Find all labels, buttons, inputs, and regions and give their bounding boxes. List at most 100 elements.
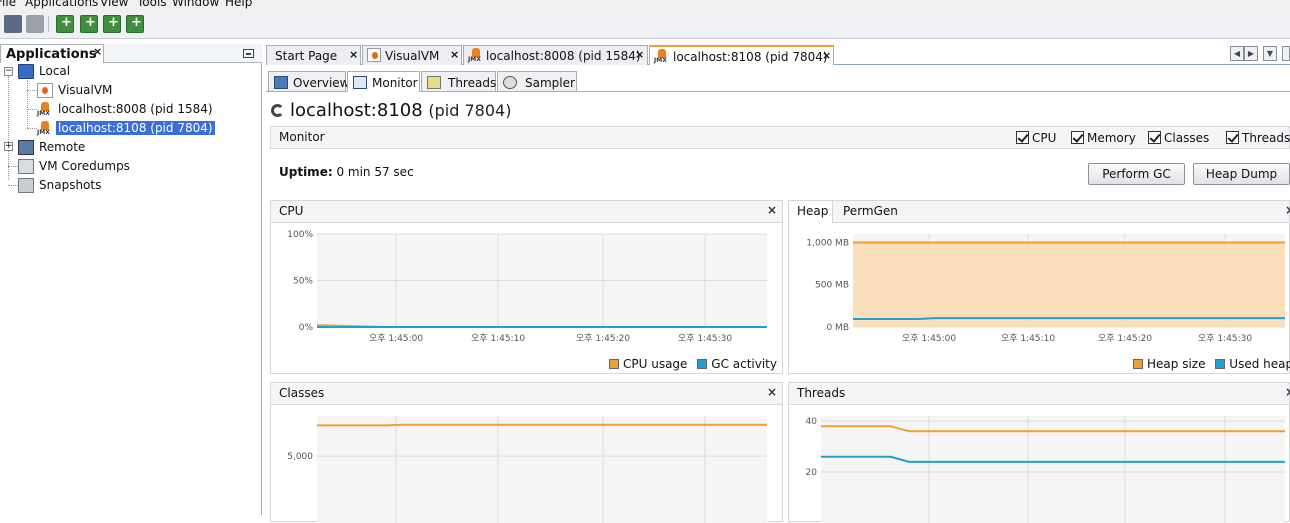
- toolbar-separator: [48, 16, 49, 32]
- memory-checkbox[interactable]: Memory: [1071, 131, 1136, 145]
- tab-visualvm[interactable]: VisualVM ×: [362, 45, 462, 65]
- applications-tab[interactable]: Applications ×: [0, 44, 104, 63]
- menu-tools[interactable]: Tools: [137, 0, 167, 9]
- menu-window[interactable]: Window: [172, 0, 219, 9]
- tab-sampler[interactable]: Sampler: [497, 71, 577, 92]
- classes-checkbox[interactable]: Classes: [1148, 131, 1209, 145]
- checkbox-checked-icon: [1226, 131, 1239, 144]
- monitor-title: Monitor: [279, 130, 325, 144]
- y-tick-label: 0%: [299, 323, 314, 333]
- series-line: [317, 423, 767, 427]
- threads-panel: Threads × 4020: [788, 382, 1290, 523]
- local-collapse-icon[interactable]: −: [4, 67, 13, 76]
- snapshot-icon: [18, 178, 34, 193]
- checkbox-checked-icon: [1016, 131, 1029, 144]
- threads-icon: [427, 76, 441, 89]
- visualvm-icon: [367, 48, 381, 62]
- remote-host-icon: [18, 140, 34, 155]
- tab-overview[interactable]: Overview: [268, 71, 350, 92]
- close-icon[interactable]: ×: [450, 48, 459, 61]
- y-tick-label: 20: [806, 468, 818, 478]
- uptime: Uptime: 0 min 57 sec: [279, 165, 414, 179]
- save-icon[interactable]: [4, 15, 22, 33]
- close-icon[interactable]: ×: [635, 48, 644, 61]
- menu-help[interactable]: Help: [225, 0, 252, 9]
- cpu-usage-swatch: [609, 359, 619, 369]
- heap-size-swatch: [1133, 359, 1143, 369]
- tab-localhost-8008[interactable]: localhost:8008 (pid 1584) ×: [463, 45, 648, 65]
- tab-navigation: ◀ ▶ ▼: [1230, 46, 1290, 61]
- tab-threads[interactable]: Threads: [421, 71, 496, 92]
- y-tick-label: 5,000: [287, 452, 313, 462]
- tree-line: [27, 128, 37, 129]
- applications-close-icon[interactable]: ×: [93, 45, 102, 58]
- x-tick-label: 오후 1:45:10: [1001, 333, 1055, 344]
- cpu-checkbox[interactable]: CPU: [1016, 131, 1056, 145]
- maximize-icon[interactable]: [1282, 46, 1290, 61]
- tab-start-page[interactable]: Start Page ×: [266, 45, 361, 65]
- remote-expand-icon[interactable]: +: [4, 142, 13, 151]
- perform-gc-button[interactable]: Perform GC: [1088, 163, 1185, 185]
- close-icon[interactable]: ×: [349, 48, 358, 61]
- sampler-icon: [503, 76, 517, 89]
- gc-activity-swatch: [697, 359, 708, 369]
- jmx-app-icon: [654, 49, 668, 64]
- tree-line: [27, 109, 37, 110]
- classes-panel: Classes × 5,000: [270, 382, 783, 523]
- main-toolbar: [0, 11, 1290, 39]
- menu-view[interactable]: View: [100, 0, 128, 9]
- y-tick-label: 50%: [293, 277, 313, 287]
- save-all-icon[interactable]: [26, 15, 44, 33]
- heap-chart: 1,000 MB 500 MB 0 MB 오후 1:45:00 오후 1:45:10 오후…: [806, 234, 1285, 344]
- process-name: localhost:8108: [290, 100, 423, 121]
- scroll-right-icon[interactable]: ▶: [1244, 46, 1258, 61]
- computer-icon: [18, 64, 34, 79]
- visualvm-icon: [37, 83, 53, 98]
- checkbox-checked-icon: [1071, 131, 1084, 144]
- cpu-chart: 100% 50% 0% 오후 1:45:00 오후 1:45:10 오후 1:45:20 오…: [287, 230, 767, 344]
- series-area: [853, 242, 1285, 327]
- tree-line: [27, 80, 28, 128]
- threads-checkbox[interactable]: Threads: [1226, 131, 1290, 145]
- monitor-content: localhost:8108 (pid 7804) Monitor CPU Me…: [266, 93, 1290, 523]
- minimize-icon[interactable]: [243, 49, 254, 58]
- tab-monitor[interactable]: Monitor: [347, 71, 420, 92]
- series-line: [853, 317, 1285, 320]
- tree-line: [8, 185, 18, 186]
- overview-icon: [274, 76, 288, 89]
- tab-localhost-8108[interactable]: localhost:8108 (pid 7804) ×: [649, 45, 834, 65]
- tree-line: [8, 166, 18, 167]
- menu-applications[interactable]: Applications: [25, 0, 98, 9]
- x-tick-label: 오후 1:45:30: [678, 333, 732, 344]
- add-remote-host-icon[interactable]: [80, 15, 98, 33]
- cpu-panel: CPU × 100% 50% 0% 오후 1:45:00 오후 1:45:10 오후 1:…: [270, 200, 783, 374]
- jmx-app-icon: [37, 102, 53, 117]
- add-coredump-icon[interactable]: [103, 15, 121, 33]
- scroll-left-icon[interactable]: ◀: [1230, 46, 1244, 61]
- y-tick-label: 1,000 MB: [806, 238, 849, 248]
- checkbox-checked-icon: [1148, 131, 1161, 144]
- tab-list-icon[interactable]: ▼: [1263, 46, 1277, 61]
- close-icon[interactable]: ×: [822, 49, 831, 62]
- add-jmx-connection-icon[interactable]: [56, 15, 74, 33]
- heap-legend: Heap size Used heap: [1133, 357, 1290, 371]
- cpu-legend: CPU usage GC activity: [609, 357, 777, 371]
- jmx-app-icon: [37, 121, 53, 136]
- y-tick-label: 100%: [287, 230, 313, 240]
- menu-file[interactable]: File: [0, 0, 16, 9]
- document-tabs: Start Page × VisualVM × localhost:8008 (…: [266, 44, 1290, 65]
- loading-spinner-icon: [271, 104, 284, 117]
- y-tick-label: 0 MB: [826, 323, 849, 333]
- process-pid: (pid 7804): [428, 101, 512, 120]
- used-heap-swatch: [1215, 359, 1226, 369]
- coredump-icon: [18, 159, 34, 174]
- heap-dump-button[interactable]: Heap Dump: [1193, 163, 1290, 185]
- y-tick-label: 500 MB: [815, 281, 849, 291]
- load-snapshot-icon[interactable]: [126, 15, 144, 33]
- view-tabs: Overview Monitor Threads Sampler: [266, 70, 1290, 92]
- x-tick-label: 오후 1:45:00: [902, 333, 956, 344]
- tree-line: [8, 76, 9, 180]
- process-title: localhost:8108 (pid 7804): [271, 100, 511, 121]
- monitor-icon: [353, 76, 367, 89]
- x-tick-label: 오후 1:45:10: [471, 333, 525, 344]
